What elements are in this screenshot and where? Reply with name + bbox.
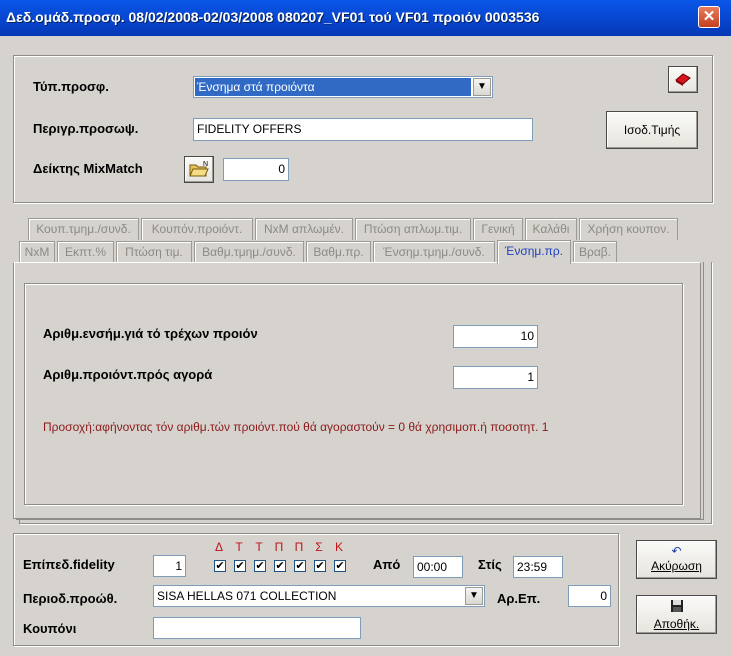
tab-rewards[interactable]: Βραβ. (573, 241, 617, 263)
tab-discount-percent[interactable]: Εκπτ.% (57, 241, 114, 263)
tab-nxm[interactable]: NxM (19, 241, 55, 263)
tab-product-stamps[interactable]: Ένσημ.πρ. (497, 240, 571, 264)
tab-general[interactable]: Γενική (473, 218, 523, 240)
coupon-label: Κουπόνι (23, 621, 77, 636)
cancel-button-label: Ακύρωση (651, 559, 702, 573)
from-time-label: Από (373, 557, 401, 572)
promo-number-input[interactable]: 0 (568, 585, 611, 607)
day-letter-sun: Δ (214, 540, 223, 554)
fidelity-level-label: Επίπεδ.fidelity (23, 557, 115, 572)
stamps-count-label: Αριθμ.ενσήμ.γιά τό τρέχων προιόν (43, 326, 258, 341)
floppy-disk-icon (670, 600, 683, 612)
tab-spread-price-drop[interactable]: Πτώση απλωμ.τιμ. (355, 218, 471, 240)
warning-text: Προσοχή:αφήνοντας τόν αριθμ.τών προιόντ.… (43, 420, 549, 434)
undo-icon: ↶ (671, 544, 682, 558)
day-checkbox-tue[interactable]: ✔ (254, 560, 266, 572)
close-button[interactable]: ✕ (698, 6, 720, 28)
day-letter-fri: Σ (315, 540, 323, 554)
eraser-icon (675, 73, 691, 86)
day-letter-tue: Τ (255, 540, 263, 554)
save-button[interactable]: Αποθήκ. (636, 595, 717, 634)
stamps-group (24, 283, 683, 505)
day-letter-thu: Π (294, 540, 304, 554)
tab-nxm-spread[interactable]: NxM απλωμέν. (255, 218, 353, 240)
to-time-input[interactable]: 23:59 (513, 556, 563, 578)
tab-row-1: Κουπ.τμημ./συνδ. Κουπόν.προιόντ. NxM απλ… (28, 218, 708, 242)
offer-type-select[interactable]: Ένσημα στά προιόντα ▼ (193, 76, 493, 98)
description-input[interactable]: FIDELITY OFFERS (193, 118, 533, 141)
fidelity-level-input[interactable]: 1 (153, 555, 186, 577)
purchase-count-label: Αριθμ.προιόντ.πρός αγορά (43, 367, 213, 382)
to-time-label: Στίς (478, 557, 502, 572)
tab-product-coupons[interactable]: Κουπόν.προιόντ. (141, 218, 253, 240)
tab-dept-points[interactable]: Βαθμ.τμημ./συνδ. (194, 241, 304, 263)
day-checkbox-fri[interactable]: ✔ (314, 560, 326, 572)
mixmatch-browse-button[interactable]: N (184, 156, 214, 183)
day-letter-wed: Π (274, 540, 284, 554)
offer-type-value: Ένσημα στά προιόντα (195, 78, 471, 96)
tab-coupon-use[interactable]: Χρήση κουπον. (579, 218, 678, 240)
promo-period-label: Περιοδ.προώθ. (23, 591, 118, 606)
svg-text:N: N (203, 161, 208, 168)
tab-dept-stamps[interactable]: Ένσημ.τμημ./συνδ. (373, 241, 495, 263)
chevron-down-icon[interactable]: ▼ (465, 587, 483, 605)
tab-dept-coupons[interactable]: Κουπ.τμημ./συνδ. (28, 218, 139, 240)
day-checkbox-thu[interactable]: ✔ (294, 560, 306, 572)
tab-product-points[interactable]: Βαθμ.πρ. (306, 241, 371, 263)
from-time-input[interactable]: 00:00 (413, 556, 463, 578)
close-icon: ✕ (702, 8, 716, 25)
promo-number-label: Αρ.Επ. (497, 591, 541, 606)
value-equivalence-button[interactable]: Ισοδ.Τιμής (606, 111, 698, 149)
purchase-count-input[interactable]: 1 (453, 366, 538, 389)
day-letter-sat: Κ (334, 540, 343, 554)
day-checkbox-sat[interactable]: ✔ (334, 560, 346, 572)
open-folder-icon: N (189, 161, 209, 177)
day-checkbox-sun[interactable]: ✔ (214, 560, 226, 572)
stamps-count-input[interactable]: 10 (453, 325, 538, 348)
promo-period-value: SISA HELLAS 071 COLLECTION (157, 589, 337, 603)
mixmatch-input[interactable]: 0 (223, 158, 289, 181)
offer-type-label: Τύπ.προσφ. (33, 79, 109, 94)
chevron-down-icon[interactable]: ▼ (473, 78, 491, 96)
coupon-input[interactable] (153, 617, 361, 639)
day-checkbox-mon[interactable]: ✔ (234, 560, 246, 572)
eraser-button[interactable] (668, 66, 698, 93)
promo-period-select[interactable]: SISA HELLAS 071 COLLECTION ▼ (153, 585, 485, 607)
window-title: Δεδ.ομάδ.προσφ. 08/02/2008-02/03/2008 08… (6, 9, 540, 25)
tab-basket[interactable]: Καλάθι (525, 218, 577, 240)
day-letter-mon: Τ (235, 540, 243, 554)
save-button-label: Αποθήκ. (653, 617, 700, 631)
day-checkbox-wed[interactable]: ✔ (274, 560, 286, 572)
description-label: Περιγρ.προσωψ. (33, 121, 139, 136)
tab-price-drop[interactable]: Πτώση τιμ. (116, 241, 192, 263)
cancel-button[interactable]: ↶ Ακύρωση (636, 540, 717, 579)
mixmatch-label: Δείκτης MixMatch (33, 161, 143, 176)
